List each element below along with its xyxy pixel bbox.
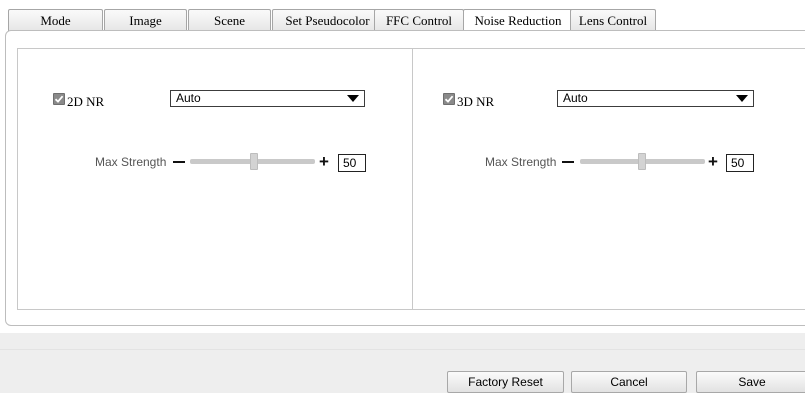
3d-nr-mode-select[interactable]: Auto bbox=[557, 90, 754, 107]
factory-reset-button[interactable]: Factory Reset bbox=[447, 371, 564, 393]
minus-icon[interactable] bbox=[173, 161, 185, 163]
noise-reduction-group bbox=[17, 48, 805, 310]
minus-icon[interactable] bbox=[562, 161, 574, 163]
panel-divider bbox=[412, 48, 413, 310]
chevron-down-icon bbox=[347, 95, 359, 102]
footer-divider bbox=[0, 349, 805, 350]
plus-icon[interactable]: + bbox=[319, 153, 329, 170]
save-button[interactable]: Save bbox=[696, 371, 805, 393]
tab-noise-reduction[interactable]: Noise Reduction bbox=[463, 9, 573, 32]
plus-icon[interactable]: + bbox=[708, 153, 718, 170]
checkmark-icon bbox=[444, 95, 454, 103]
3d-nr-checkbox[interactable] bbox=[443, 93, 455, 105]
cancel-button[interactable]: Cancel bbox=[571, 371, 687, 393]
checkmark-icon bbox=[54, 95, 64, 103]
3d-nr-strength-input[interactable]: 50 bbox=[726, 154, 754, 172]
2d-nr-strength-thumb[interactable] bbox=[250, 153, 258, 170]
3d-nr-strength-label: Max Strength bbox=[485, 155, 557, 169]
tab-ffc-control[interactable]: FFC Control bbox=[374, 9, 464, 31]
tab-lens-control[interactable]: Lens Control bbox=[570, 9, 656, 31]
2d-nr-mode-select[interactable]: Auto bbox=[170, 90, 365, 107]
tab-mode[interactable]: Mode bbox=[8, 9, 103, 31]
tab-scene[interactable]: Scene bbox=[188, 9, 271, 31]
tab-image[interactable]: Image bbox=[104, 9, 187, 31]
tab-set-pseudocolor[interactable]: Set Pseudocolor bbox=[272, 9, 383, 31]
2d-nr-strength-input[interactable]: 50 bbox=[338, 154, 366, 172]
3d-nr-mode-value: Auto bbox=[563, 91, 588, 105]
2d-nr-mode-value: Auto bbox=[176, 91, 201, 105]
3d-nr-strength-thumb[interactable] bbox=[638, 153, 646, 170]
2d-nr-strength-label: Max Strength bbox=[95, 155, 167, 169]
3d-nr-label: 3D NR bbox=[457, 94, 495, 109]
2d-nr-checkbox[interactable] bbox=[53, 93, 65, 105]
chevron-down-icon bbox=[736, 95, 748, 102]
2d-nr-label: 2D NR bbox=[67, 94, 105, 109]
